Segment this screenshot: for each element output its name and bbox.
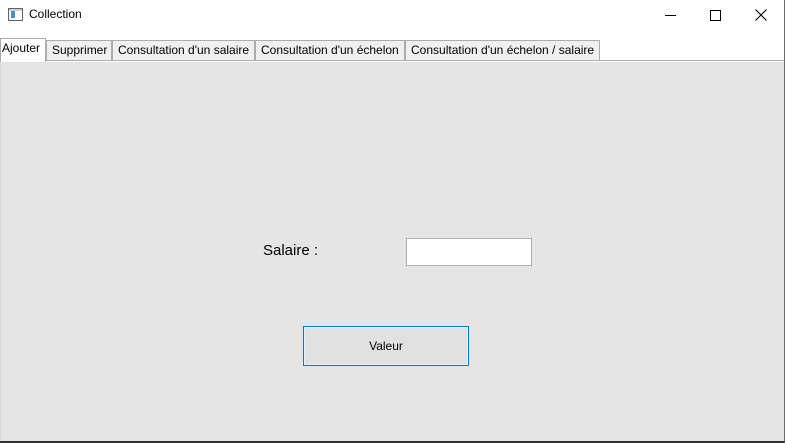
close-icon [755,9,767,21]
valeur-button[interactable]: Valeur [303,326,469,366]
salaire-input[interactable] [406,238,532,266]
maximize-icon [709,9,721,21]
tab-supprimer[interactable]: Supprimer [46,40,112,61]
tab-strip: Ajouter Supprimer Consultation d'un sala… [0,30,784,62]
title-bar[interactable]: Collection [0,0,784,30]
minimize-icon [664,14,676,16]
maximize-button[interactable] [692,0,738,30]
app-window: Collection Ajouter Supprimer Consultatio… [0,0,785,443]
window-title: Collection [29,7,82,21]
tab-consultation-salaire[interactable]: Consultation d'un salaire [112,40,255,61]
tab-panel-ajouter: Salaire : Valeur [0,62,784,441]
app-window-icon [8,8,23,21]
salaire-label: Salaire : [263,242,319,259]
tab-consultation-echelon-salaire[interactable]: Consultation d'un échelon / salaire [405,40,600,61]
close-button[interactable] [738,0,784,30]
minimize-button[interactable] [647,0,693,30]
tab-divider [0,60,784,61]
tab-ajouter[interactable]: Ajouter [0,38,46,62]
tab-consultation-echelon[interactable]: Consultation d'un échelon [255,40,405,61]
